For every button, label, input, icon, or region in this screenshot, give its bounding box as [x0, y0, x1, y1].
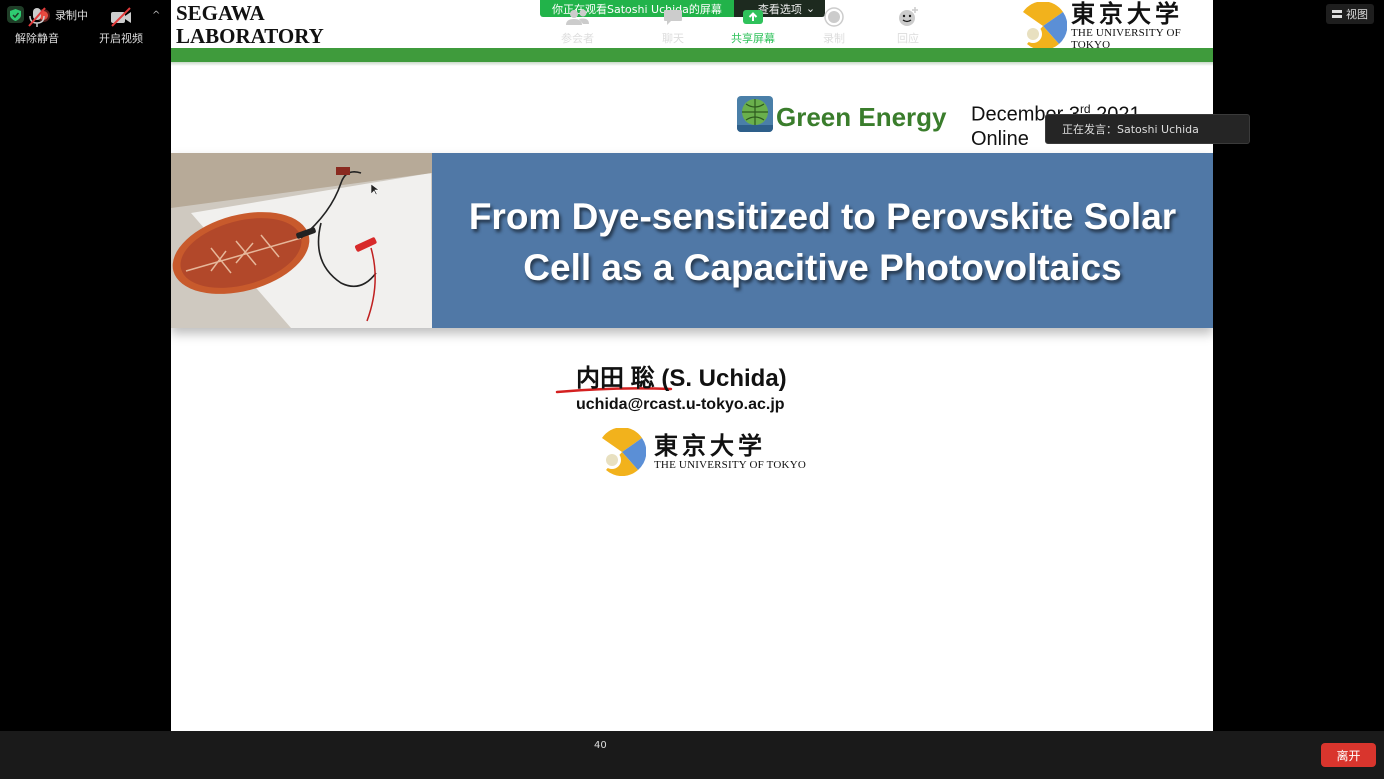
meeting-toolbar [0, 731, 1384, 779]
utokyo-jp-text: 東京大学 [654, 431, 766, 460]
record-button[interactable]: 录制 [823, 6, 845, 46]
shared-screen-slide: SEGAWA LABORATORY 東京大学 THE UNIVERSITY OF… [171, 0, 1213, 731]
utokyo-logo-top: 東京大学 THE UNIVERSITY OF TOKYO [1019, 1, 1213, 51]
unmute-label: 解除静音 [15, 32, 59, 45]
start-video-button[interactable]: 开启视频 [99, 6, 143, 46]
share-screen-button[interactable]: 共享屏幕 [731, 6, 775, 46]
green-energy-globe-icon [737, 96, 773, 132]
view-button[interactable]: 视图 [1326, 4, 1374, 24]
mouse-cursor-icon [371, 184, 379, 196]
author-email: uchida@rcast.u-tokyo.ac.jp [576, 396, 785, 413]
participants-label: 参会者 [561, 32, 594, 45]
reactions-button[interactable]: 回应 [896, 6, 920, 46]
muted-microphone-icon [26, 6, 48, 28]
reactions-label: 回应 [897, 32, 919, 45]
share-screen-icon [741, 6, 765, 28]
utokyo-logo-center: 東京大学 THE UNIVERSITY OF TOKYO [598, 427, 806, 477]
chat-button[interactable]: 聊天 [662, 6, 684, 46]
start-video-label: 开启视频 [99, 32, 143, 45]
leave-button[interactable]: 离开 [1321, 743, 1376, 767]
ginkgo-crest-icon [598, 427, 647, 477]
video-options-caret-icon[interactable]: ^ [152, 10, 160, 21]
leaf-solar-cell-photo [171, 153, 432, 328]
participants-icon [565, 6, 591, 28]
title-banner: From Dye-sensitized to Perovskite Solar … [171, 153, 1213, 328]
header-green-bar [171, 48, 1213, 66]
smiley-plus-icon [896, 6, 920, 28]
utokyo-jp-text: 東京大学 [1071, 0, 1183, 28]
record-label: 录制 [823, 32, 845, 45]
active-speaker-tooltip: 正在发言：Satoshi Uchida [1045, 114, 1250, 144]
chat-label: 聊天 [662, 32, 684, 45]
lab-logo-line1: SEGAWA [176, 1, 265, 25]
recording-label: 录制中 [55, 9, 88, 22]
view-label: 视图 [1346, 8, 1368, 21]
participants-count: 40 [594, 740, 607, 751]
chat-bubble-icon [662, 6, 684, 28]
video-off-icon [109, 6, 133, 28]
record-icon [823, 6, 845, 28]
chevron-down-icon: ⌄ [805, 2, 816, 15]
author-name: 内田 聡 (S. Uchida) [576, 365, 787, 392]
utokyo-en-text: THE UNIVERSITY OF TOKYO [654, 459, 806, 471]
grid-view-icon [1332, 10, 1342, 18]
participants-options-caret-icon[interactable]: ^ [622, 10, 630, 21]
audio-options-caret-icon[interactable]: ^ [63, 10, 71, 21]
segawa-lab-logo: SEGAWA LABORATORY [176, 2, 324, 48]
participants-button[interactable]: 参会者 [561, 6, 594, 46]
ginkgo-crest-icon [1019, 1, 1068, 51]
presentation-title: From Dye-sensitized to Perovskite Solar … [432, 191, 1213, 293]
title-line2: Cell as a Capacitive Photovoltaics [523, 247, 1122, 288]
lab-logo-line2: LABORATORY [176, 24, 324, 48]
zoom-meeting-window: 录制中 视图 SEGAWA LABORATORY 東京大学 THE UNIVER… [0, 0, 1384, 779]
event-name: Green Energy [776, 102, 947, 132]
title-line1: From Dye-sensitized to Perovskite Solar [468, 196, 1177, 237]
share-screen-label: 共享屏幕 [731, 32, 775, 45]
unmute-button[interactable]: 解除静音 [15, 6, 59, 46]
